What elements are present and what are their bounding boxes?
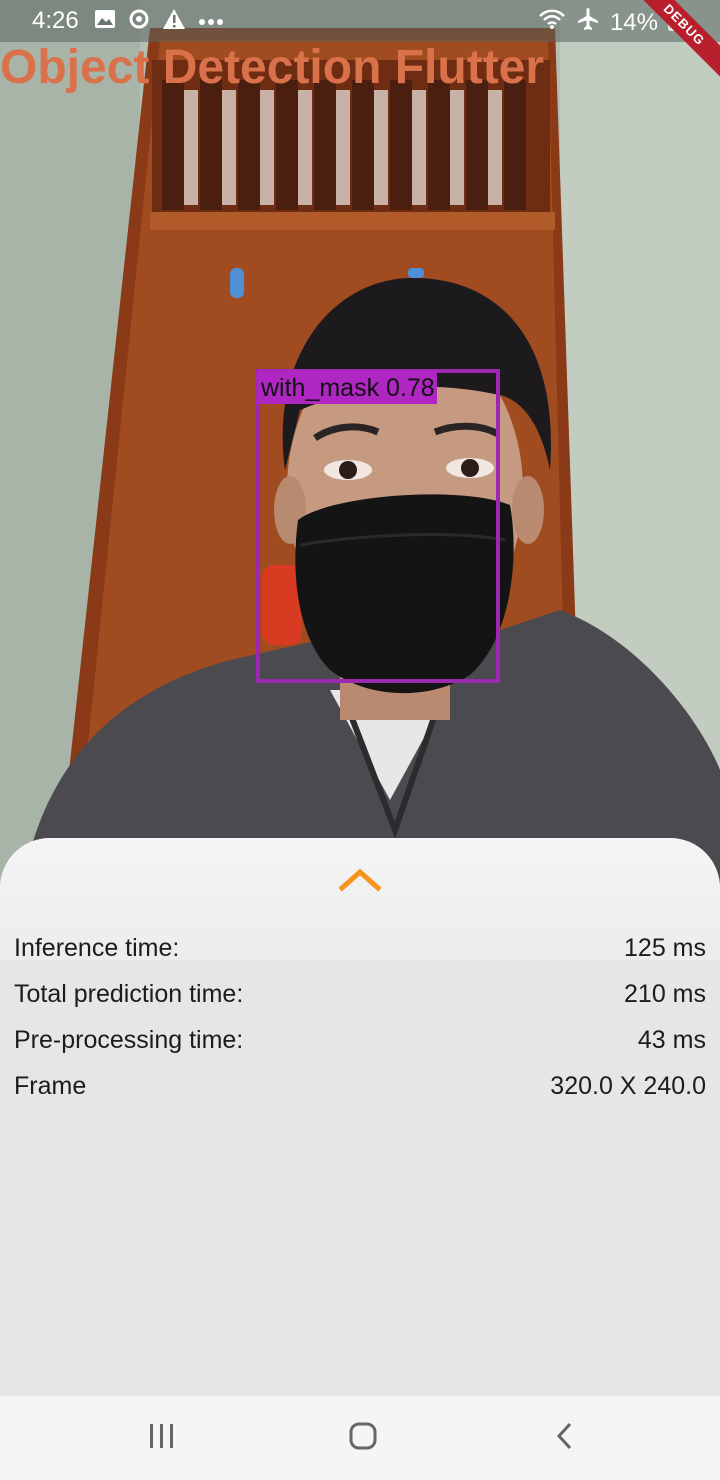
wifi-icon	[538, 8, 566, 37]
back-icon	[555, 1421, 575, 1456]
status-time: 4:26	[32, 7, 79, 34]
app-screen: 4:26 14% Object Detection Flutter DEBUG …	[0, 0, 720, 1480]
stat-label: Pre-processing time:	[14, 1026, 244, 1054]
stats-bottom-sheet[interactable]: Inference time: 125 ms Total prediction …	[0, 838, 720, 1396]
stat-row-total-prediction: Total prediction time: 210 ms	[14, 980, 706, 1026]
navigation-bar	[0, 1396, 720, 1480]
recents-button[interactable]	[132, 1416, 192, 1460]
chevron-up-icon[interactable]	[338, 866, 382, 892]
stat-value: 125 ms	[624, 934, 706, 962]
stat-value: 320.0 X 240.0	[550, 1072, 706, 1100]
more-dots-icon	[198, 13, 224, 31]
stat-label: Total prediction time:	[14, 980, 244, 1008]
stats-list: Inference time: 125 ms Total prediction …	[14, 934, 706, 1118]
home-button[interactable]	[333, 1416, 393, 1460]
recents-icon	[147, 1423, 177, 1454]
stat-value: 210 ms	[624, 980, 706, 1008]
stat-row-inference: Inference time: 125 ms	[14, 934, 706, 980]
stat-row-pre-processing: Pre-processing time: 43 ms	[14, 1026, 706, 1072]
detection-label: with_mask 0.78	[257, 370, 437, 404]
status-bar: 4:26 14%	[0, 0, 720, 42]
image-icon	[94, 9, 116, 34]
back-button[interactable]	[535, 1416, 595, 1460]
stat-value: 43 ms	[637, 1026, 706, 1054]
detection-bounding-box	[256, 369, 500, 683]
airplane-icon	[576, 7, 600, 38]
app-title: Object Detection Flutter	[0, 41, 545, 94]
status-notification-icons	[94, 8, 224, 35]
home-icon	[348, 1421, 378, 1456]
sync-icon	[128, 8, 150, 35]
stat-label: Inference time:	[14, 934, 180, 962]
stat-label: Frame	[14, 1072, 87, 1100]
battery-percent: 14%	[609, 8, 658, 36]
stat-row-frame: Frame 320.0 X 240.0	[14, 1072, 706, 1118]
warning-icon	[162, 8, 186, 35]
